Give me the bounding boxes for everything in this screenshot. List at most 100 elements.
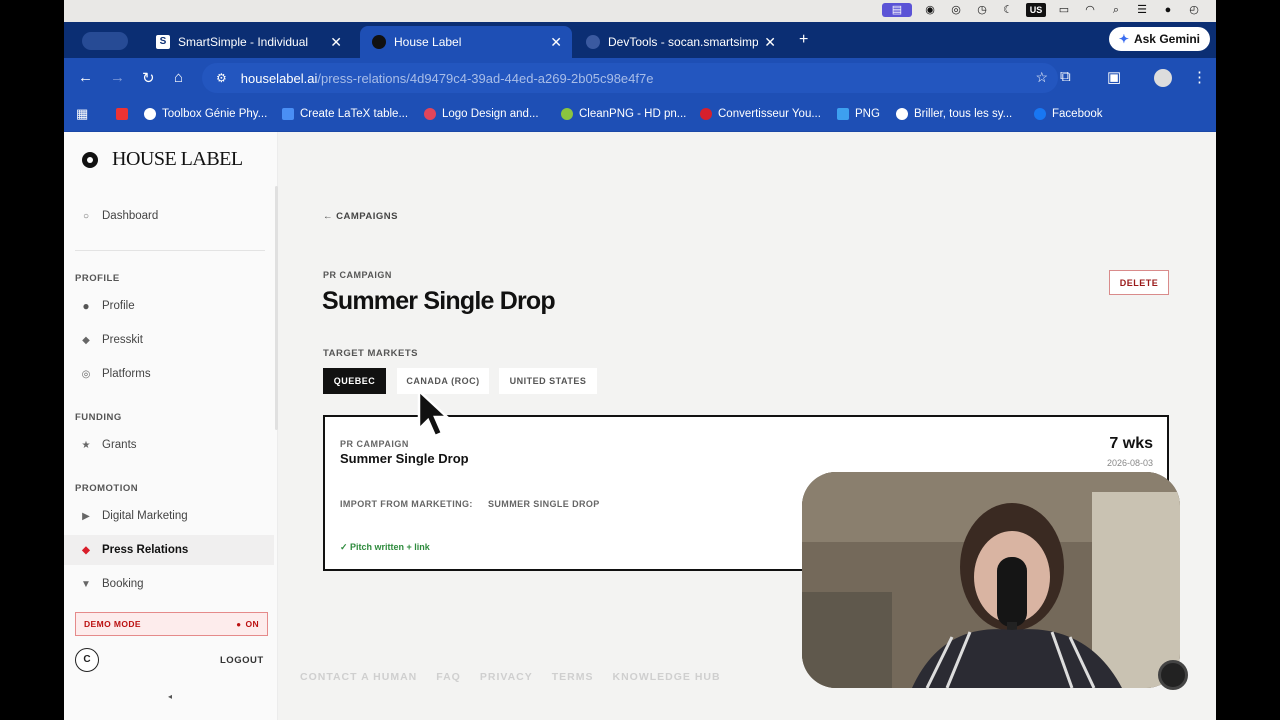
bookmark-item[interactable]: PNG <box>837 108 880 120</box>
wifi-icon[interactable]: ◠ <box>1082 3 1098 17</box>
section-profile: PROFILE <box>75 273 120 284</box>
bookmark-item[interactable]: Convertisseur You... <box>700 108 821 120</box>
bookmark-item[interactable]: Create LaTeX table... <box>282 108 408 120</box>
screen-share-icon[interactable]: ▤ <box>882 3 912 17</box>
address-bar[interactable]: ⚙ houselabel.ai/press-relations/4d9479c4… <box>202 63 1058 93</box>
sidebar-item-presskit[interactable]: ◆ Presskit <box>64 325 274 355</box>
ask-gemini-button[interactable]: ✦ Ask Gemini <box>1108 27 1210 51</box>
back-arrow-icon[interactable]: ← <box>78 69 93 86</box>
close-tab-icon[interactable]: ✕ <box>764 34 776 51</box>
market-pill-quebec[interactable]: QUEBEC <box>323 368 386 394</box>
globe-icon <box>896 108 908 120</box>
gmail-bookmark[interactable] <box>116 108 134 120</box>
devtools-favicon <box>586 35 600 49</box>
import-from-marketing-label: IMPORT FROM MARKETING: <box>340 499 473 509</box>
collapse-arrow-icon[interactable]: ◂ <box>168 692 172 701</box>
market-pill-united-states[interactable]: UNITED STATES <box>499 368 597 394</box>
extensions-icon[interactable]: ⧉ <box>1060 68 1071 85</box>
target-markets-label: TARGET MARKETS <box>323 348 418 359</box>
demo-mode-state: ON <box>236 619 259 629</box>
forward-arrow-icon[interactable]: → <box>110 69 125 86</box>
tab-title: House Label <box>394 35 462 49</box>
section-funding: FUNDING <box>75 412 122 423</box>
moon-icon[interactable]: ☾ <box>1000 3 1016 17</box>
bookmark-item[interactable]: Briller, tous les sy... <box>896 108 1012 120</box>
bookmark-item[interactable]: Toolbox Génie Phy... <box>144 108 267 120</box>
home-icon[interactable]: ⌂ <box>174 69 183 86</box>
footer-faq-link[interactable]: FAQ <box>436 671 461 683</box>
delete-button[interactable]: DELETE <box>1109 270 1169 295</box>
profile-switcher[interactable] <box>82 32 128 50</box>
tab-smartsimple[interactable]: S SmartSimple - Individual ✕ <box>144 26 352 58</box>
tab-title: SmartSimple - Individual <box>178 35 309 49</box>
menu-bar-status-icons: ▤ ◉ ◎ ◷ ☾ US ▭ ◠ ⌕ ☰ ● ◴ <box>882 3 1202 17</box>
battery-icon[interactable]: ▭ <box>1056 3 1072 17</box>
facebook-icon <box>1034 108 1046 120</box>
control-center-icon[interactable]: ☰ <box>1134 3 1150 17</box>
logout-button[interactable]: LOGOUT <box>220 655 264 666</box>
card-kicker: PR CAMPAIGN <box>340 439 409 449</box>
demo-mode-toggle[interactable]: DEMO MODE ON <box>75 612 268 636</box>
bookmark-item[interactable]: Facebook <box>1034 108 1103 120</box>
sidebar-item-platforms[interactable]: ◎ Platforms <box>64 359 274 389</box>
clock-icon[interactable]: ◷ <box>974 3 990 17</box>
reload-icon[interactable]: ↻ <box>142 69 155 87</box>
converter-icon <box>700 108 712 120</box>
url-host: houselabel.ai <box>240 70 318 86</box>
section-promotion: PROMOTION <box>75 483 139 494</box>
tab-house-label[interactable]: House Label ✕ <box>360 26 572 58</box>
house-label-favicon <box>372 35 386 49</box>
webcam-control-button[interactable] <box>1158 660 1188 690</box>
new-tab-icon[interactable]: + <box>799 31 808 49</box>
apps-grid-icon[interactable]: ▦ <box>76 107 90 121</box>
focus-icon[interactable]: ◎ <box>948 3 964 17</box>
bookmark-star-icon[interactable]: ☆ <box>1035 69 1048 86</box>
siri-icon[interactable]: ● <box>1160 3 1176 17</box>
sidebar: HOUSE LABEL ○ Dashboard PROFILE ● Profil… <box>64 132 278 720</box>
close-tab-icon[interactable]: ✕ <box>330 34 342 51</box>
png-icon <box>837 108 849 120</box>
sidebar-item-digital-marketing[interactable]: ▶ Digital Marketing <box>64 501 274 531</box>
footer-terms-link[interactable]: TERMS <box>552 671 594 683</box>
sidebar-item-dashboard[interactable]: ○ Dashboard <box>64 201 274 231</box>
sidebar-item-grants[interactable]: ★ Grants <box>64 430 274 460</box>
table-icon <box>282 108 294 120</box>
tab-devtools[interactable]: DevTools - socan.smartsimpl ✕ <box>574 26 786 58</box>
import-from-marketing-link[interactable]: SUMMER SINGLE DROP <box>488 499 600 509</box>
site-settings-icon[interactable]: ⚙ <box>216 71 227 85</box>
bookmarks-bar: ▦ Toolbox Génie Phy... Create LaTeX tabl… <box>64 98 1216 132</box>
pitch-status: ✓ Pitch written + link <box>340 542 430 552</box>
menu-kebab-icon[interactable]: ⋮ <box>1192 68 1207 86</box>
gmail-icon <box>116 108 128 120</box>
sidebar-item-booking[interactable]: ▼ Booking <box>64 569 274 599</box>
diamond-icon: ◆ <box>82 334 90 346</box>
spotlight-icon[interactable]: ⌕ <box>1108 3 1124 17</box>
time-icon[interactable]: ◴ <box>1186 3 1202 17</box>
brand-logo[interactable]: HOUSE LABEL <box>82 148 243 171</box>
footer-contact-link[interactable]: CONTACT A HUMAN <box>300 671 417 683</box>
macos-menu-bar: ▤ ◉ ◎ ◷ ☾ US ▭ ◠ ⌕ ☰ ● ◴ <box>64 0 1216 22</box>
tab-strip: S SmartSimple - Individual ✕ House Label… <box>64 22 1216 58</box>
close-tab-icon[interactable]: ✕ <box>550 34 562 51</box>
footer-knowledge-hub-link[interactable]: KNOWLEDGE HUB <box>613 671 721 683</box>
sidebar-item-profile[interactable]: ● Profile <box>64 291 274 321</box>
side-panel-icon[interactable]: ▣ <box>1107 68 1121 86</box>
sidebar-item-press-relations[interactable]: ◆ Press Relations <box>64 535 274 565</box>
google-icon <box>144 108 156 120</box>
card-date: 2026-08-03 <box>1106 458 1153 468</box>
smartsimple-favicon: S <box>156 35 170 49</box>
star-icon: ★ <box>81 439 91 451</box>
footer-privacy-link[interactable]: PRIVACY <box>480 671 533 683</box>
keyboard-layout-indicator[interactable]: US <box>1026 3 1046 17</box>
webcam-video-image <box>802 472 1180 688</box>
record-icon[interactable]: ◉ <box>922 3 938 17</box>
cleanpng-icon <box>561 108 573 120</box>
profile-avatar[interactable] <box>1154 69 1172 87</box>
avatar[interactable]: C <box>75 648 99 672</box>
record-logo-icon <box>82 151 98 168</box>
bookmark-item[interactable]: Logo Design and... <box>424 108 539 120</box>
bookmark-item[interactable]: CleanPNG - HD pn... <box>561 108 686 120</box>
back-to-campaigns-link[interactable]: ← CAMPAIGNS <box>323 211 398 222</box>
mouse-cursor-icon <box>417 389 451 438</box>
sidebar-divider <box>75 250 265 251</box>
